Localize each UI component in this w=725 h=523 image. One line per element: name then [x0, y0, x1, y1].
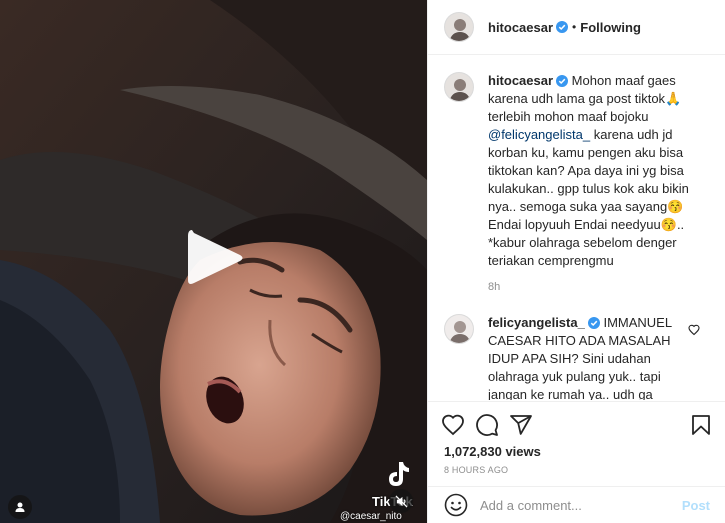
play-icon: [188, 230, 243, 284]
heart-icon: [442, 414, 464, 436]
comments-list[interactable]: hitocaesar Mohon maaf gaes karena udh la…: [428, 56, 725, 400]
like-comment-heart-icon[interactable]: [688, 324, 700, 336]
avatar-image: [445, 315, 473, 343]
emoji-icon[interactable]: [444, 493, 468, 517]
verified-icon: [587, 317, 600, 329]
play-button[interactable]: [182, 226, 246, 290]
comment-composer: Post: [428, 486, 725, 523]
avatar[interactable]: [444, 72, 474, 102]
caption-time[interactable]: 8h: [488, 278, 696, 296]
post-media[interactable]: TikTok @caesar_nito: [0, 0, 427, 523]
post-comment-button[interactable]: Post: [682, 498, 710, 513]
user-tag-button[interactable]: [8, 495, 32, 519]
share-icon: [510, 415, 532, 435]
caption: hitocaesar Mohon maaf gaes karena udh la…: [444, 72, 710, 296]
comment-icon: [476, 414, 498, 436]
save-button[interactable]: [684, 408, 718, 442]
view-count[interactable]: 1,072,830 views: [436, 444, 718, 459]
verified-icon: [556, 21, 569, 33]
tiktok-logo-icon: [389, 462, 409, 486]
avatar[interactable]: [444, 12, 474, 42]
following-button[interactable]: Following: [580, 20, 641, 35]
comment-input[interactable]: [480, 497, 682, 513]
action-buttons: [436, 408, 718, 442]
comment-username[interactable]: felicyangelista_: [488, 315, 585, 330]
comment-item: felicyangelista_ IMMANUEL CAESAR HITO AD…: [444, 314, 710, 400]
post-timestamp[interactable]: 8 HOURS AGO: [436, 465, 718, 475]
watermark-handle: @caesar_nito: [340, 511, 402, 522]
caption-text-part2: karena udh jd korban ku, kamu pengen aku…: [488, 127, 689, 268]
bookmark-icon: [692, 415, 710, 435]
share-button[interactable]: [504, 408, 538, 442]
verified-icon: [556, 75, 569, 87]
avatar-image: [445, 73, 473, 101]
mute-icon: [394, 494, 408, 508]
avatar[interactable]: [444, 314, 474, 344]
separator-dot: •: [572, 20, 577, 34]
avatar-image: [445, 13, 473, 41]
mute-button[interactable]: [389, 489, 413, 513]
user-tag-icon: [15, 502, 25, 512]
post-header: hitocaesar • Following: [428, 0, 725, 55]
caption-body: hitocaesar Mohon maaf gaes karena udh la…: [488, 72, 696, 296]
comment-button[interactable]: [470, 408, 504, 442]
caption-username[interactable]: hitocaesar: [488, 73, 553, 88]
post-side-panel: hitocaesar • Following hitocaesar Mohon …: [427, 0, 725, 523]
comment-body: felicyangelista_ IMMANUEL CAESAR HITO AD…: [488, 314, 696, 400]
like-button[interactable]: [436, 408, 470, 442]
header-username[interactable]: hitocaesar: [488, 20, 553, 35]
caption-mention-link[interactable]: @felicyangelista_: [488, 127, 590, 142]
